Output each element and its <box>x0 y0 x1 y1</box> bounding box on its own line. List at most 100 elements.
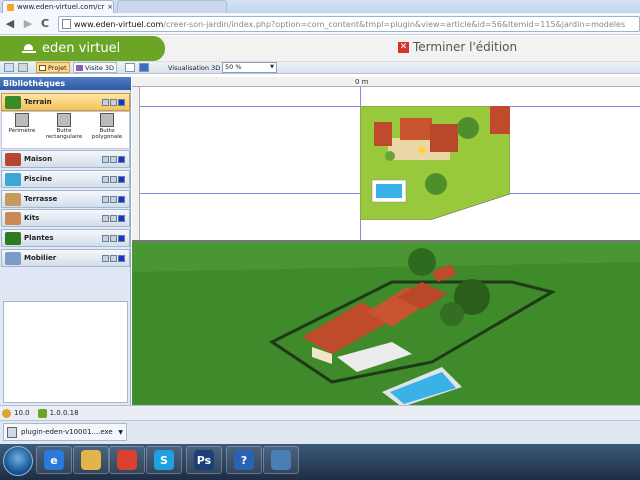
sidebar-item-label: Terrain <box>24 98 52 106</box>
cursor-marker-icon <box>418 146 426 154</box>
view-3d-toggle[interactable] <box>118 98 125 106</box>
terrain-tool-icon <box>100 113 114 127</box>
view-2d-toggle[interactable] <box>102 98 109 106</box>
view-hide-toggle[interactable] <box>110 195 117 203</box>
terrain-tool-1[interactable]: Périmètre <box>2 113 42 134</box>
view-2d-toggle[interactable] <box>102 234 109 242</box>
url-domain: www.eden-virtuel.com <box>74 19 164 29</box>
tree-3d <box>440 302 464 326</box>
download-item[interactable]: plugin-eden-v10001....exe ▼ <box>3 423 127 441</box>
view-3d-toggle[interactable] <box>118 234 125 242</box>
finish-editing-button[interactable]: ✕ Terminer l'édition <box>398 40 517 54</box>
print-icon[interactable] <box>18 63 28 72</box>
tab-title: www.eden-virtuel.com/cr <box>17 3 105 11</box>
close-red-icon: ✕ <box>398 41 409 53</box>
view-2d-toggle[interactable] <box>102 175 109 183</box>
tree-icon <box>5 231 21 245</box>
internet-explorer-icon: e <box>44 450 64 470</box>
browser-tab-active[interactable]: www.eden-virtuel.com/cr × <box>2 0 114 13</box>
view-hide-toggle[interactable] <box>110 234 117 242</box>
logo-text: eden virtuel <box>42 41 121 56</box>
site-logo[interactable]: eden virtuel <box>0 36 165 61</box>
help-toolbar-icon[interactable] <box>139 63 149 72</box>
garden-plan-2d[interactable] <box>360 106 510 220</box>
taskbar-app-3[interactable] <box>109 446 145 474</box>
furniture-icon <box>5 251 21 265</box>
library-preview-panel <box>3 301 128 403</box>
view-2d-toggle[interactable] <box>102 254 109 262</box>
taskbar-app-1[interactable]: e <box>36 446 72 474</box>
view-3d-toggle[interactable] <box>118 155 125 163</box>
view-2d-toggle[interactable] <box>102 195 109 203</box>
view-toggle-group <box>102 98 125 106</box>
view-toggle-group <box>102 155 125 163</box>
forward-arrow-icon[interactable]: ▶ <box>21 17 35 31</box>
zoom-icon[interactable] <box>125 63 135 72</box>
view-3d-toggle[interactable] <box>118 254 125 262</box>
status-value-a: 10.0 <box>14 409 30 417</box>
sidebar-item-terrasse[interactable]: Terrasse <box>1 190 130 208</box>
sidebar-item-mobilier[interactable]: Mobilier <box>1 249 130 267</box>
logo-mark-icon <box>22 43 36 54</box>
terrain-tool-2[interactable]: Butte rectangulaire <box>44 113 84 140</box>
address-bar[interactable]: www.eden-virtuel.com/creer-son-jardin/in… <box>58 16 640 32</box>
chrome-icon <box>117 450 137 470</box>
sidebar-item-plantes[interactable]: Plantes <box>1 229 130 247</box>
view-hide-toggle[interactable] <box>110 214 117 222</box>
annex-2d <box>490 106 510 134</box>
reload-icon[interactable]: C <box>38 17 52 31</box>
view-2d-toggle[interactable] <box>102 214 109 222</box>
photoshop-icon: Ps <box>194 450 214 470</box>
download-menu-icon[interactable]: ▼ <box>118 429 123 436</box>
terrace-icon <box>5 192 21 206</box>
tree-3d <box>408 248 436 276</box>
view-toggle-group <box>102 175 125 183</box>
view-3d-toggle[interactable] <box>118 195 125 203</box>
visit-3d-icon <box>76 64 83 71</box>
view-3d-toggle[interactable] <box>118 214 125 222</box>
projet-button[interactable]: Projet <box>36 62 70 73</box>
sidebar-item-terrain[interactable]: Terrain <box>1 93 130 111</box>
view-hide-toggle[interactable] <box>110 175 117 183</box>
sidebar-item-label: Piscine <box>24 175 52 183</box>
terrain-tool-3[interactable]: Butte polygonale <box>87 113 127 140</box>
ruler-vertical <box>132 87 140 240</box>
help-icon: ? <box>234 450 254 470</box>
view-hide-toggle[interactable] <box>110 155 117 163</box>
view-3d-toggle[interactable] <box>118 175 125 183</box>
visite3d-label: Visite 3D <box>85 63 115 72</box>
view-2d-toggle[interactable] <box>102 155 109 163</box>
taskbar-app-7[interactable] <box>263 446 299 474</box>
pool-2d <box>376 184 402 198</box>
view-hide-toggle[interactable] <box>110 254 117 262</box>
browser-tab-background[interactable] <box>117 0 227 13</box>
sidebar-item-piscine[interactable]: Piscine <box>1 170 130 188</box>
sidebar-item-maison[interactable]: Maison <box>1 150 130 168</box>
taskbar-app-5[interactable]: Ps <box>186 446 222 474</box>
pool-icon <box>5 172 21 186</box>
back-arrow-icon[interactable]: ◀ <box>3 17 17 31</box>
taskbar-app-6[interactable]: ? <box>226 446 262 474</box>
taskbar-app-4[interactable]: S <box>146 446 182 474</box>
visite3d-button[interactable]: Visite 3D <box>73 62 118 73</box>
view-hide-toggle[interactable] <box>110 98 117 106</box>
projet-label: Projet <box>48 63 67 72</box>
view-toggle-group <box>102 214 125 222</box>
tab-close-icon[interactable]: × <box>107 3 113 11</box>
tree-2d <box>457 117 479 139</box>
sidebar-title: Bibliothèques <box>0 77 131 90</box>
view-3d[interactable] <box>132 240 640 405</box>
finish-editing-label: Terminer l'édition <box>413 40 518 54</box>
view-toggle-group <box>102 254 125 262</box>
tree-2d <box>425 173 447 195</box>
start-button[interactable] <box>3 446 33 476</box>
skype-icon: S <box>154 450 174 470</box>
taskbar-app-2[interactable] <box>73 446 109 474</box>
save-icon[interactable] <box>4 63 14 72</box>
view-toggle-group <box>102 234 125 242</box>
kits-icon <box>5 211 21 225</box>
terrain-tool-label: Périmètre <box>8 128 36 134</box>
page-icon <box>62 19 71 29</box>
sidebar-item-kits[interactable]: Kits <box>1 209 130 227</box>
zoom-select[interactable]: 50 % <box>222 62 277 73</box>
